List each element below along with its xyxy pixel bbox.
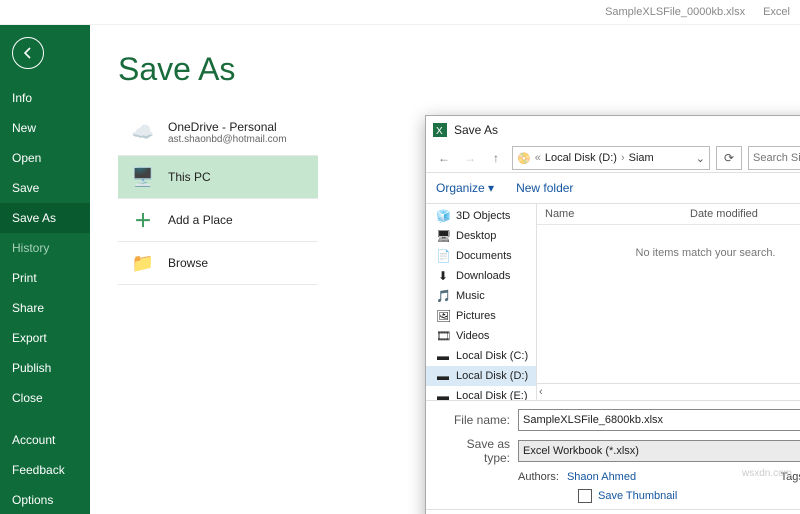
tree-item[interactable]: 🧊3D Objects bbox=[426, 206, 536, 226]
column-headers[interactable]: Name Date modified Type bbox=[537, 204, 800, 225]
sidebar-item-open[interactable]: Open bbox=[0, 143, 90, 173]
drive-icon: 📀 bbox=[517, 152, 531, 165]
nav-up-button[interactable]: ↑ bbox=[486, 148, 506, 168]
filename-input[interactable]: SampleXLSFile_6800kb.xlsx⌄ bbox=[518, 409, 800, 431]
tree-item[interactable]: 🖥Desktop bbox=[426, 226, 536, 246]
cloud-icon: ☁️ bbox=[130, 122, 156, 144]
save-as-dialog: X Save As ✕ ← → ↑ 📀 « Local Disk (D:) › … bbox=[425, 115, 800, 514]
nav-forward-button[interactable]: → bbox=[460, 148, 480, 168]
sidebar-item-save-as[interactable]: Save As bbox=[0, 203, 90, 233]
dialog-title: Save As bbox=[454, 123, 498, 137]
tree-item[interactable]: ⬇Downloads bbox=[426, 266, 536, 286]
sidebar-item-feedback[interactable]: Feedback bbox=[0, 455, 90, 485]
location-addplace[interactable]: ＋ Add a Place bbox=[118, 199, 318, 242]
sidebar-item-account[interactable]: Account bbox=[0, 425, 90, 455]
empty-message: No items match your search. bbox=[537, 225, 800, 383]
sidebar-item-save[interactable]: Save bbox=[0, 173, 90, 203]
watermark: wsxdn.com bbox=[742, 468, 792, 479]
organize-menu[interactable]: Organize ▾ bbox=[436, 181, 494, 195]
nav-back-button[interactable]: ← bbox=[434, 148, 454, 168]
dialog-toolbar: Organize ▾ New folder ☰ ▾ ? bbox=[426, 172, 800, 204]
search-input[interactable] bbox=[748, 146, 800, 170]
location-browse[interactable]: 📁 Browse bbox=[118, 242, 318, 285]
sidebar-item-new[interactable]: New bbox=[0, 113, 90, 143]
excel-icon: X bbox=[432, 122, 448, 138]
folder-tree[interactable]: 🧊3D Objects🖥Desktop📄Documents⬇Downloads🎵… bbox=[426, 204, 537, 400]
dialog-footer: ⌃Hide Folders Tools ▾ Save Cancel bbox=[426, 509, 800, 514]
save-thumbnail-checkbox[interactable]: Save Thumbnail bbox=[438, 483, 800, 509]
monitor-icon: 🖥️ bbox=[130, 166, 156, 188]
tree-item[interactable]: 📄Documents bbox=[426, 246, 536, 266]
app-name: Excel bbox=[763, 6, 790, 18]
tree-item[interactable]: 🎞Videos bbox=[426, 326, 536, 346]
tree-item[interactable]: 🖼Pictures bbox=[426, 306, 536, 326]
sidebar-item-share[interactable]: Share bbox=[0, 293, 90, 323]
tree-item[interactable]: ▬Local Disk (E:) bbox=[426, 386, 536, 400]
file-list-pane: Name Date modified Type No items match y… bbox=[537, 204, 800, 400]
dialog-nav: ← → ↑ 📀 « Local Disk (D:) › Siam ⌄ ⟳ bbox=[426, 144, 800, 172]
tree-item[interactable]: 🎵Music bbox=[426, 286, 536, 306]
refresh-button[interactable]: ⟳ bbox=[716, 146, 742, 170]
sidebar-item-info[interactable]: Info bbox=[0, 83, 90, 113]
back-button[interactable] bbox=[12, 37, 44, 69]
plus-icon: ＋ bbox=[130, 209, 156, 231]
sidebar-item-options[interactable]: Options bbox=[0, 485, 90, 514]
tree-item[interactable]: ▬Local Disk (D:) bbox=[426, 366, 536, 386]
save-locations: ☁️ OneDrive - Personalast.shaonbd@hotmai… bbox=[118, 110, 318, 285]
filetype-select[interactable]: Excel Workbook (*.xlsx)⌄ bbox=[518, 440, 800, 462]
dialog-form: File name: SampleXLSFile_6800kb.xlsx⌄ Sa… bbox=[426, 400, 800, 509]
doc-name: SampleXLSFile_0000kb.xlsx bbox=[605, 6, 745, 18]
new-folder-button[interactable]: New folder bbox=[516, 181, 573, 195]
app-titlebar: SampleXLSFile_0000kb.xlsx Excel bbox=[0, 0, 800, 25]
folder-icon: 📁 bbox=[130, 252, 156, 274]
h-scrollbar[interactable]: ‹› bbox=[537, 383, 800, 400]
location-onedrive[interactable]: ☁️ OneDrive - Personalast.shaonbd@hotmai… bbox=[118, 110, 318, 156]
dialog-titlebar: X Save As ✕ bbox=[426, 116, 800, 144]
authors-link[interactable]: Shaon Ahmed bbox=[567, 471, 636, 483]
sidebar-item-publish[interactable]: Publish bbox=[0, 353, 90, 383]
svg-text:X: X bbox=[436, 126, 443, 137]
page-title: Save As bbox=[118, 51, 776, 88]
sidebar-item-export[interactable]: Export bbox=[0, 323, 90, 353]
location-thispc[interactable]: 🖥️ This PC bbox=[118, 156, 318, 199]
sidebar-item-print[interactable]: Print bbox=[0, 263, 90, 293]
sidebar-item-history[interactable]: History bbox=[0, 233, 90, 263]
sidebar-item-close[interactable]: Close bbox=[0, 383, 90, 413]
tree-item[interactable]: ▬Local Disk (C:) bbox=[426, 346, 536, 366]
address-bar[interactable]: 📀 « Local Disk (D:) › Siam ⌄ bbox=[512, 146, 710, 170]
backstage-sidebar: InfoNewOpenSaveSave AsHistoryPrintShareE… bbox=[0, 25, 90, 514]
